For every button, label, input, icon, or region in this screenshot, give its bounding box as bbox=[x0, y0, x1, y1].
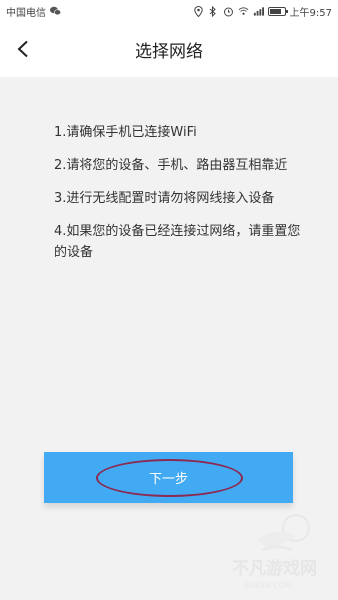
watermark: 不凡游戏网 BUFAN.COM bbox=[226, 508, 336, 593]
battery-level bbox=[269, 8, 281, 14]
instruction-item: 1.请确保手机已连接WiFi bbox=[54, 125, 197, 140]
back-button[interactable] bbox=[8, 34, 38, 64]
location-icon bbox=[193, 5, 204, 17]
clock: 上午9:57 bbox=[289, 7, 332, 19]
status-right: 上午9:57 bbox=[193, 4, 332, 19]
status-bar: 中国电信 上午9:57 bbox=[0, 0, 338, 22]
next-button-label: 下一步 bbox=[148, 472, 188, 487]
watermark-subtext: BUFAN.COM bbox=[244, 581, 292, 590]
bluetooth-icon bbox=[208, 5, 219, 17]
battery-icon bbox=[267, 6, 288, 16]
wechat-icon bbox=[50, 6, 61, 17]
carrier-label: 中国电信 bbox=[6, 7, 46, 19]
chevron-left-icon bbox=[17, 40, 28, 58]
header: 选择网络 bbox=[0, 22, 338, 77]
watermark-text: 不凡游戏网 bbox=[232, 558, 317, 579]
signal-icon bbox=[253, 6, 264, 17]
instruction-list: 1.请确保手机已连接WiFi 2.请将您的设备、手机、路由器互相靠近 3.进行无… bbox=[54, 122, 304, 275]
instruction-item: 4.如果您的设备已经连接过网络，请重置您的设备 bbox=[54, 224, 301, 260]
next-button[interactable]: 下一步 bbox=[44, 452, 293, 503]
instruction-item: 3.进行无线配置时请勿将网线接入设备 bbox=[54, 191, 275, 206]
alarm-icon bbox=[223, 6, 234, 17]
instruction-item: 2.请将您的设备、手机、路由器互相靠近 bbox=[54, 158, 288, 173]
wifi-icon bbox=[238, 6, 249, 17]
status-left: 中国电信 bbox=[6, 4, 61, 19]
page-title: 选择网络 bbox=[135, 42, 203, 62]
